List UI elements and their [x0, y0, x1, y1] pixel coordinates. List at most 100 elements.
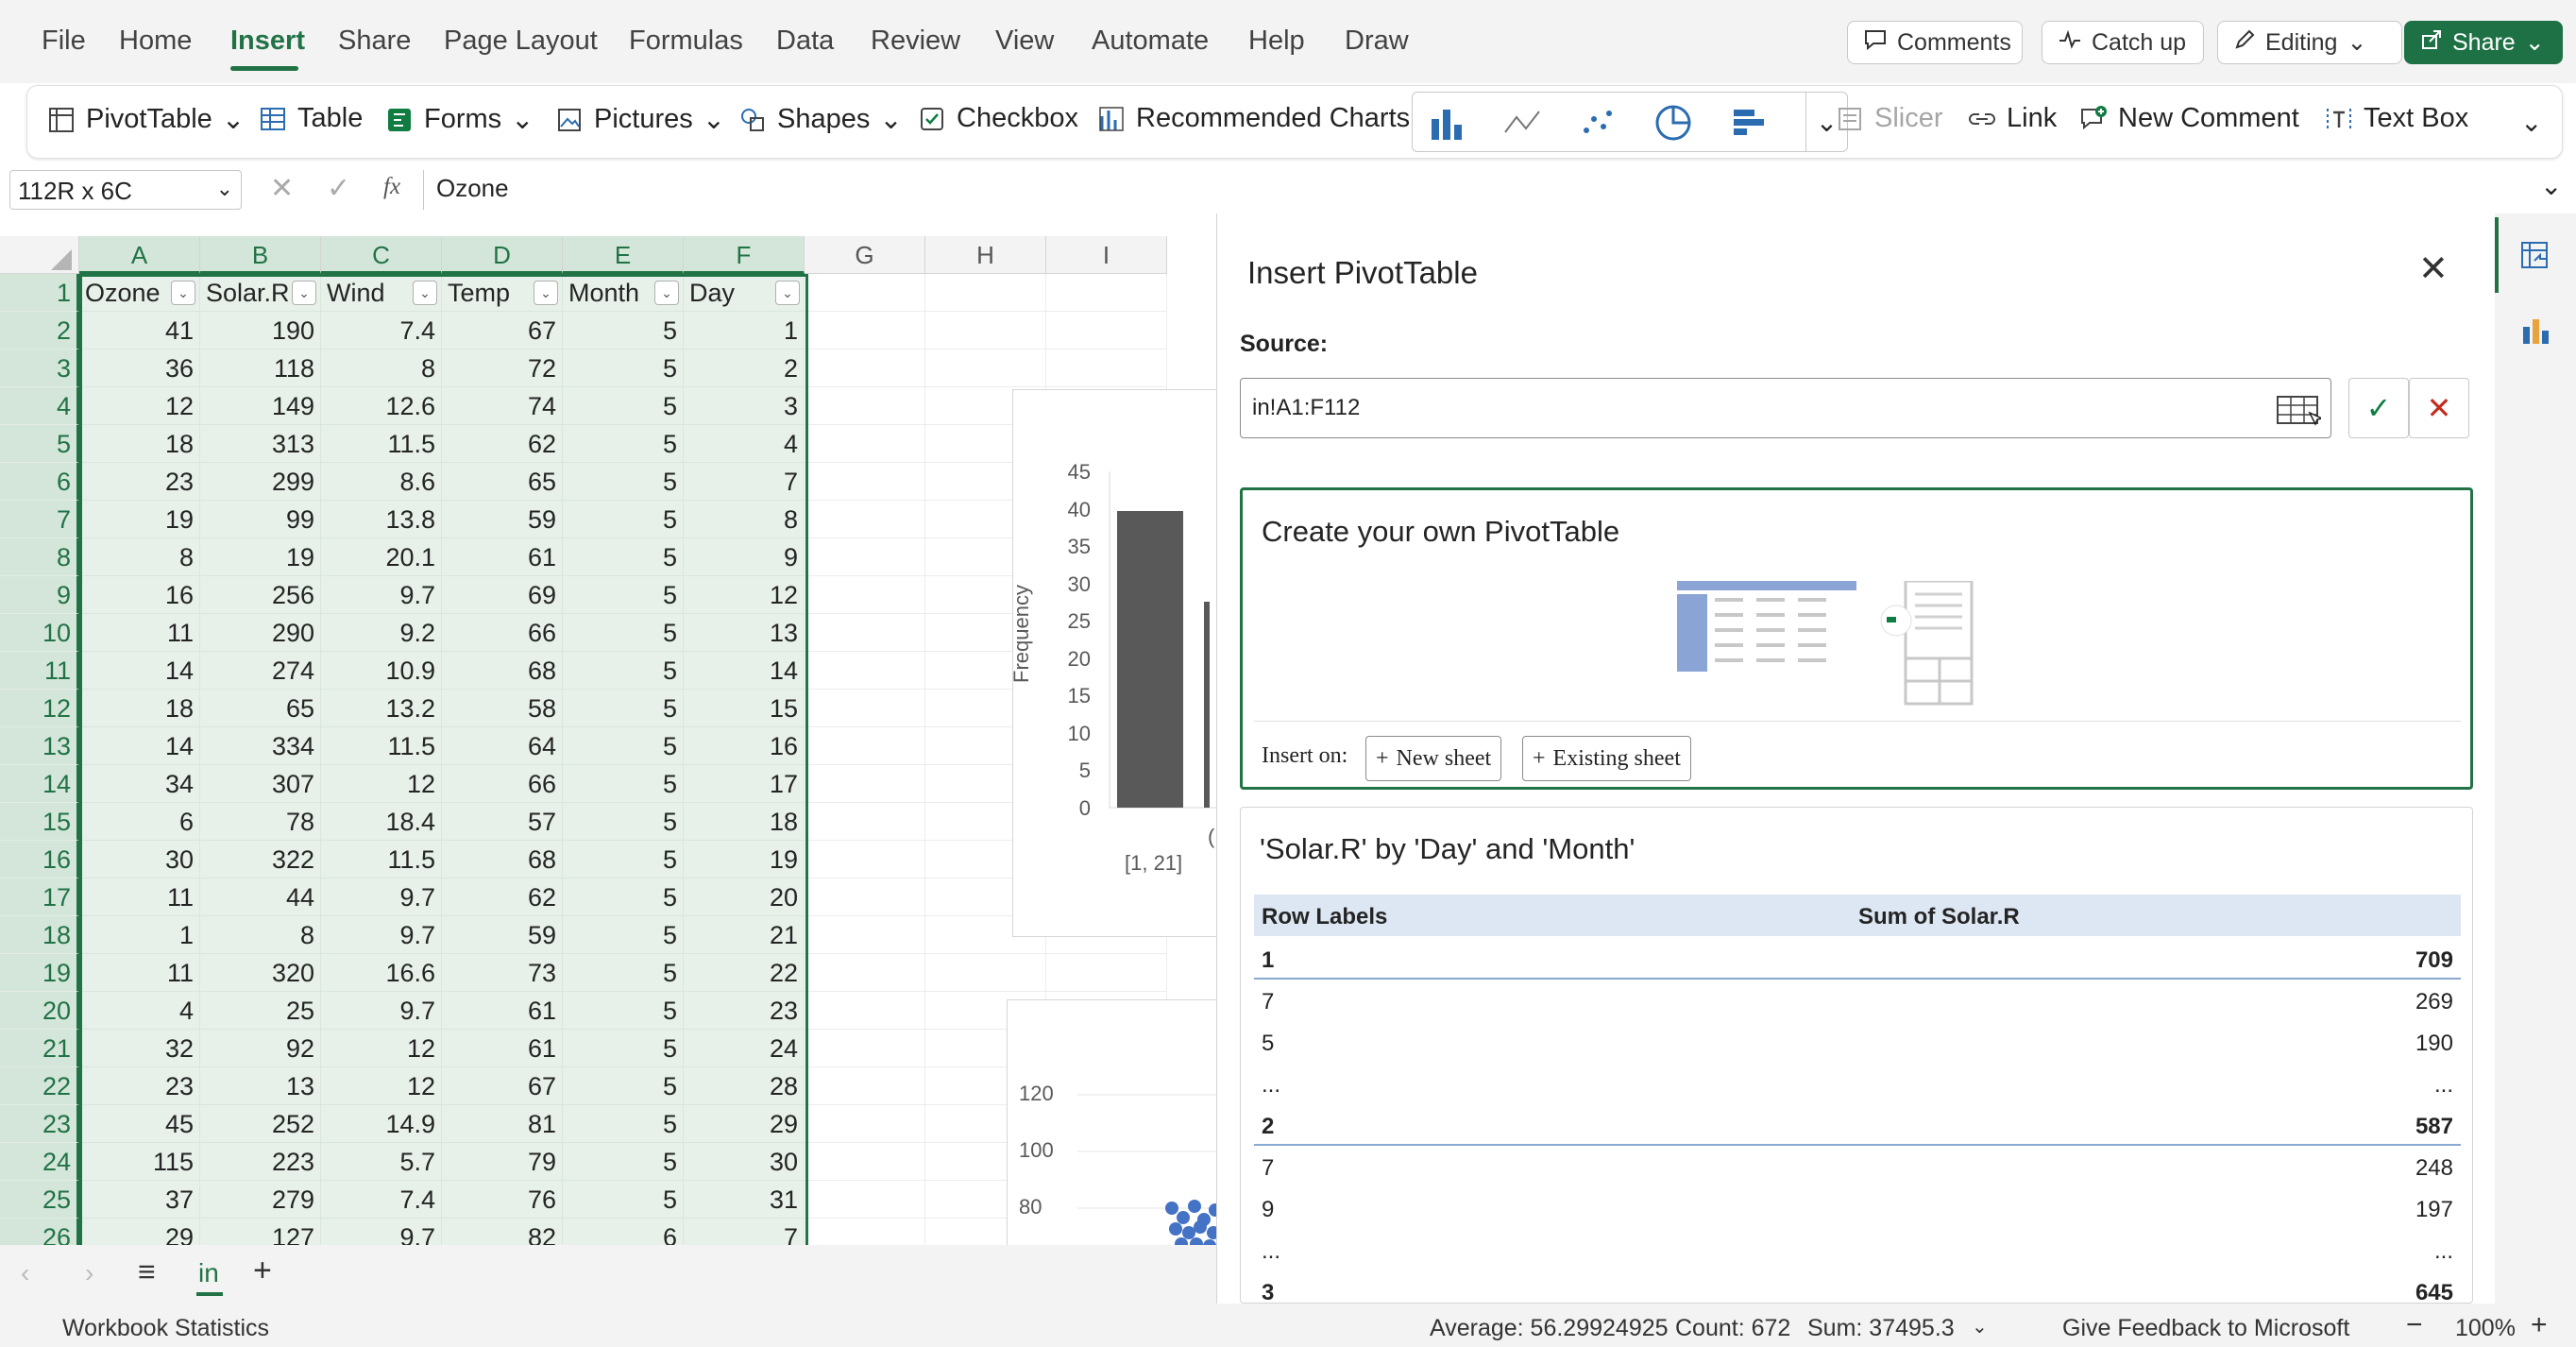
table-cell[interactable]: 37 [79, 1181, 200, 1219]
row-header[interactable]: 13 [0, 727, 79, 765]
table-cell[interactable]: 30 [79, 841, 200, 878]
table-cell[interactable]: 28 [684, 1067, 805, 1105]
table-cell[interactable]: 62 [442, 878, 563, 916]
table-cell[interactable]: 14 [79, 727, 200, 765]
menu-automate[interactable]: Automate [1092, 26, 1209, 57]
scatter-chart[interactable]: 120 100 80 [1007, 999, 1216, 1245]
line-chart-icon[interactable] [1503, 106, 1541, 145]
checkbox-button[interactable]: Checkbox [917, 103, 1078, 134]
pictures-button[interactable]: Pictures ⌄ [554, 103, 725, 136]
table-cell[interactable]: 31 [684, 1181, 805, 1219]
table-cell[interactable]: 320 [200, 954, 321, 992]
filter-dropdown-icon[interactable]: ⌄ [534, 281, 558, 305]
table-cell[interactable]: 14 [684, 652, 805, 690]
column-header-i[interactable]: I [1046, 236, 1167, 274]
table-cell[interactable]: 127 [200, 1219, 321, 1245]
table-cell[interactable]: 5.7 [321, 1143, 442, 1181]
table-cell[interactable]: 290 [200, 614, 321, 652]
table-cell[interactable]: 190 [200, 312, 321, 350]
name-box[interactable]: 112R x 6C ⌄ [9, 170, 242, 210]
table-cell[interactable]: 13.8 [321, 501, 442, 538]
table-cell[interactable]: 67 [442, 1067, 563, 1105]
table-cell[interactable]: 1 [79, 916, 200, 954]
empty-cell[interactable] [805, 1181, 925, 1219]
empty-cell[interactable] [1046, 312, 1167, 350]
table-cell[interactable]: 5 [563, 538, 684, 576]
menu-formulas[interactable]: Formulas [629, 26, 743, 57]
table-cell[interactable]: 17 [684, 765, 805, 803]
row-header[interactable]: 25 [0, 1181, 79, 1219]
table-cell[interactable]: 34 [79, 765, 200, 803]
table-cell[interactable]: 23 [79, 1067, 200, 1105]
table-cell[interactable]: 12 [321, 765, 442, 803]
table-cell[interactable]: 11.5 [321, 425, 442, 463]
table-header-cell[interactable]: Temp ⌄ [442, 274, 563, 312]
table-cell[interactable]: 334 [200, 727, 321, 765]
table-cell[interactable]: 21 [684, 916, 805, 954]
table-cell[interactable]: 5 [563, 1105, 684, 1143]
column-header-d[interactable]: D [442, 236, 563, 274]
empty-cell[interactable] [805, 1143, 925, 1181]
table-cell[interactable]: 8 [200, 916, 321, 954]
table-cell[interactable]: 66 [442, 765, 563, 803]
table-cell[interactable]: 99 [200, 501, 321, 538]
table-cell[interactable]: 5 [563, 916, 684, 954]
table-cell[interactable]: 59 [442, 501, 563, 538]
table-header-cell[interactable]: Ozone ⌄ [79, 274, 200, 312]
column-header-g[interactable]: G [805, 236, 925, 274]
table-cell[interactable]: 9.7 [321, 878, 442, 916]
select-all-corner[interactable] [0, 236, 79, 274]
close-icon[interactable]: ✕ [2418, 247, 2449, 290]
table-cell[interactable]: 68 [442, 841, 563, 878]
table-header-cell[interactable]: Solar.R ⌄ [200, 274, 321, 312]
table-cell[interactable]: 23 [684, 992, 805, 1030]
table-cell[interactable]: 76 [442, 1181, 563, 1219]
table-cell[interactable]: 9.7 [321, 916, 442, 954]
empty-cell[interactable] [805, 1030, 925, 1067]
table-cell[interactable]: 9 [684, 538, 805, 576]
empty-cell[interactable] [805, 1105, 925, 1143]
menu-data[interactable]: Data [776, 26, 834, 57]
table-cell[interactable]: 5 [563, 1143, 684, 1181]
empty-cell[interactable] [805, 1219, 925, 1245]
empty-cell[interactable] [805, 992, 925, 1030]
table-cell[interactable]: 299 [200, 463, 321, 501]
table-cell[interactable]: 61 [442, 538, 563, 576]
table-cell[interactable]: 8 [79, 538, 200, 576]
table-cell[interactable]: 279 [200, 1181, 321, 1219]
table-cell[interactable]: 5 [563, 841, 684, 878]
recommended-charts-button[interactable]: Recommended Charts [1096, 103, 1410, 134]
row-header[interactable]: 4 [0, 387, 79, 425]
empty-cell[interactable] [805, 614, 925, 652]
table-cell[interactable]: 6 [563, 1219, 684, 1245]
table-cell[interactable]: 20.1 [321, 538, 442, 576]
table-cell[interactable]: 73 [442, 954, 563, 992]
empty-cell[interactable] [805, 425, 925, 463]
table-cell[interactable]: 5 [563, 350, 684, 387]
empty-cell[interactable] [805, 841, 925, 878]
table-cell[interactable]: 82 [442, 1219, 563, 1245]
table-cell[interactable]: 68 [442, 652, 563, 690]
zoom-in-icon[interactable]: + [2531, 1309, 2548, 1341]
table-cell[interactable]: 5 [563, 576, 684, 614]
table-cell[interactable]: 18 [79, 690, 200, 727]
table-cell[interactable]: 11 [79, 954, 200, 992]
table-cell[interactable]: 9.7 [321, 992, 442, 1030]
menu-page-layout[interactable]: Page Layout [444, 26, 598, 57]
table-cell[interactable]: 5 [563, 1181, 684, 1219]
empty-cell[interactable] [925, 274, 1046, 312]
table-cell[interactable]: 16.6 [321, 954, 442, 992]
table-cell[interactable]: 65 [200, 690, 321, 727]
link-button[interactable]: Link [1967, 103, 2057, 134]
sheet-tab-in[interactable]: in [191, 1245, 230, 1300]
confirm-source-button[interactable]: ✓ [2348, 378, 2409, 438]
table-header-cell[interactable]: Day ⌄ [684, 274, 805, 312]
table-cell[interactable]: 59 [442, 916, 563, 954]
shapes-button[interactable]: Shapes ⌄ [737, 103, 903, 136]
table-cell[interactable]: 19 [684, 841, 805, 878]
table-cell[interactable]: 5 [563, 463, 684, 501]
empty-cell[interactable] [805, 463, 925, 501]
column-header-a[interactable]: A [79, 236, 200, 274]
table-cell[interactable]: 14 [79, 652, 200, 690]
table-cell[interactable]: 13 [684, 614, 805, 652]
